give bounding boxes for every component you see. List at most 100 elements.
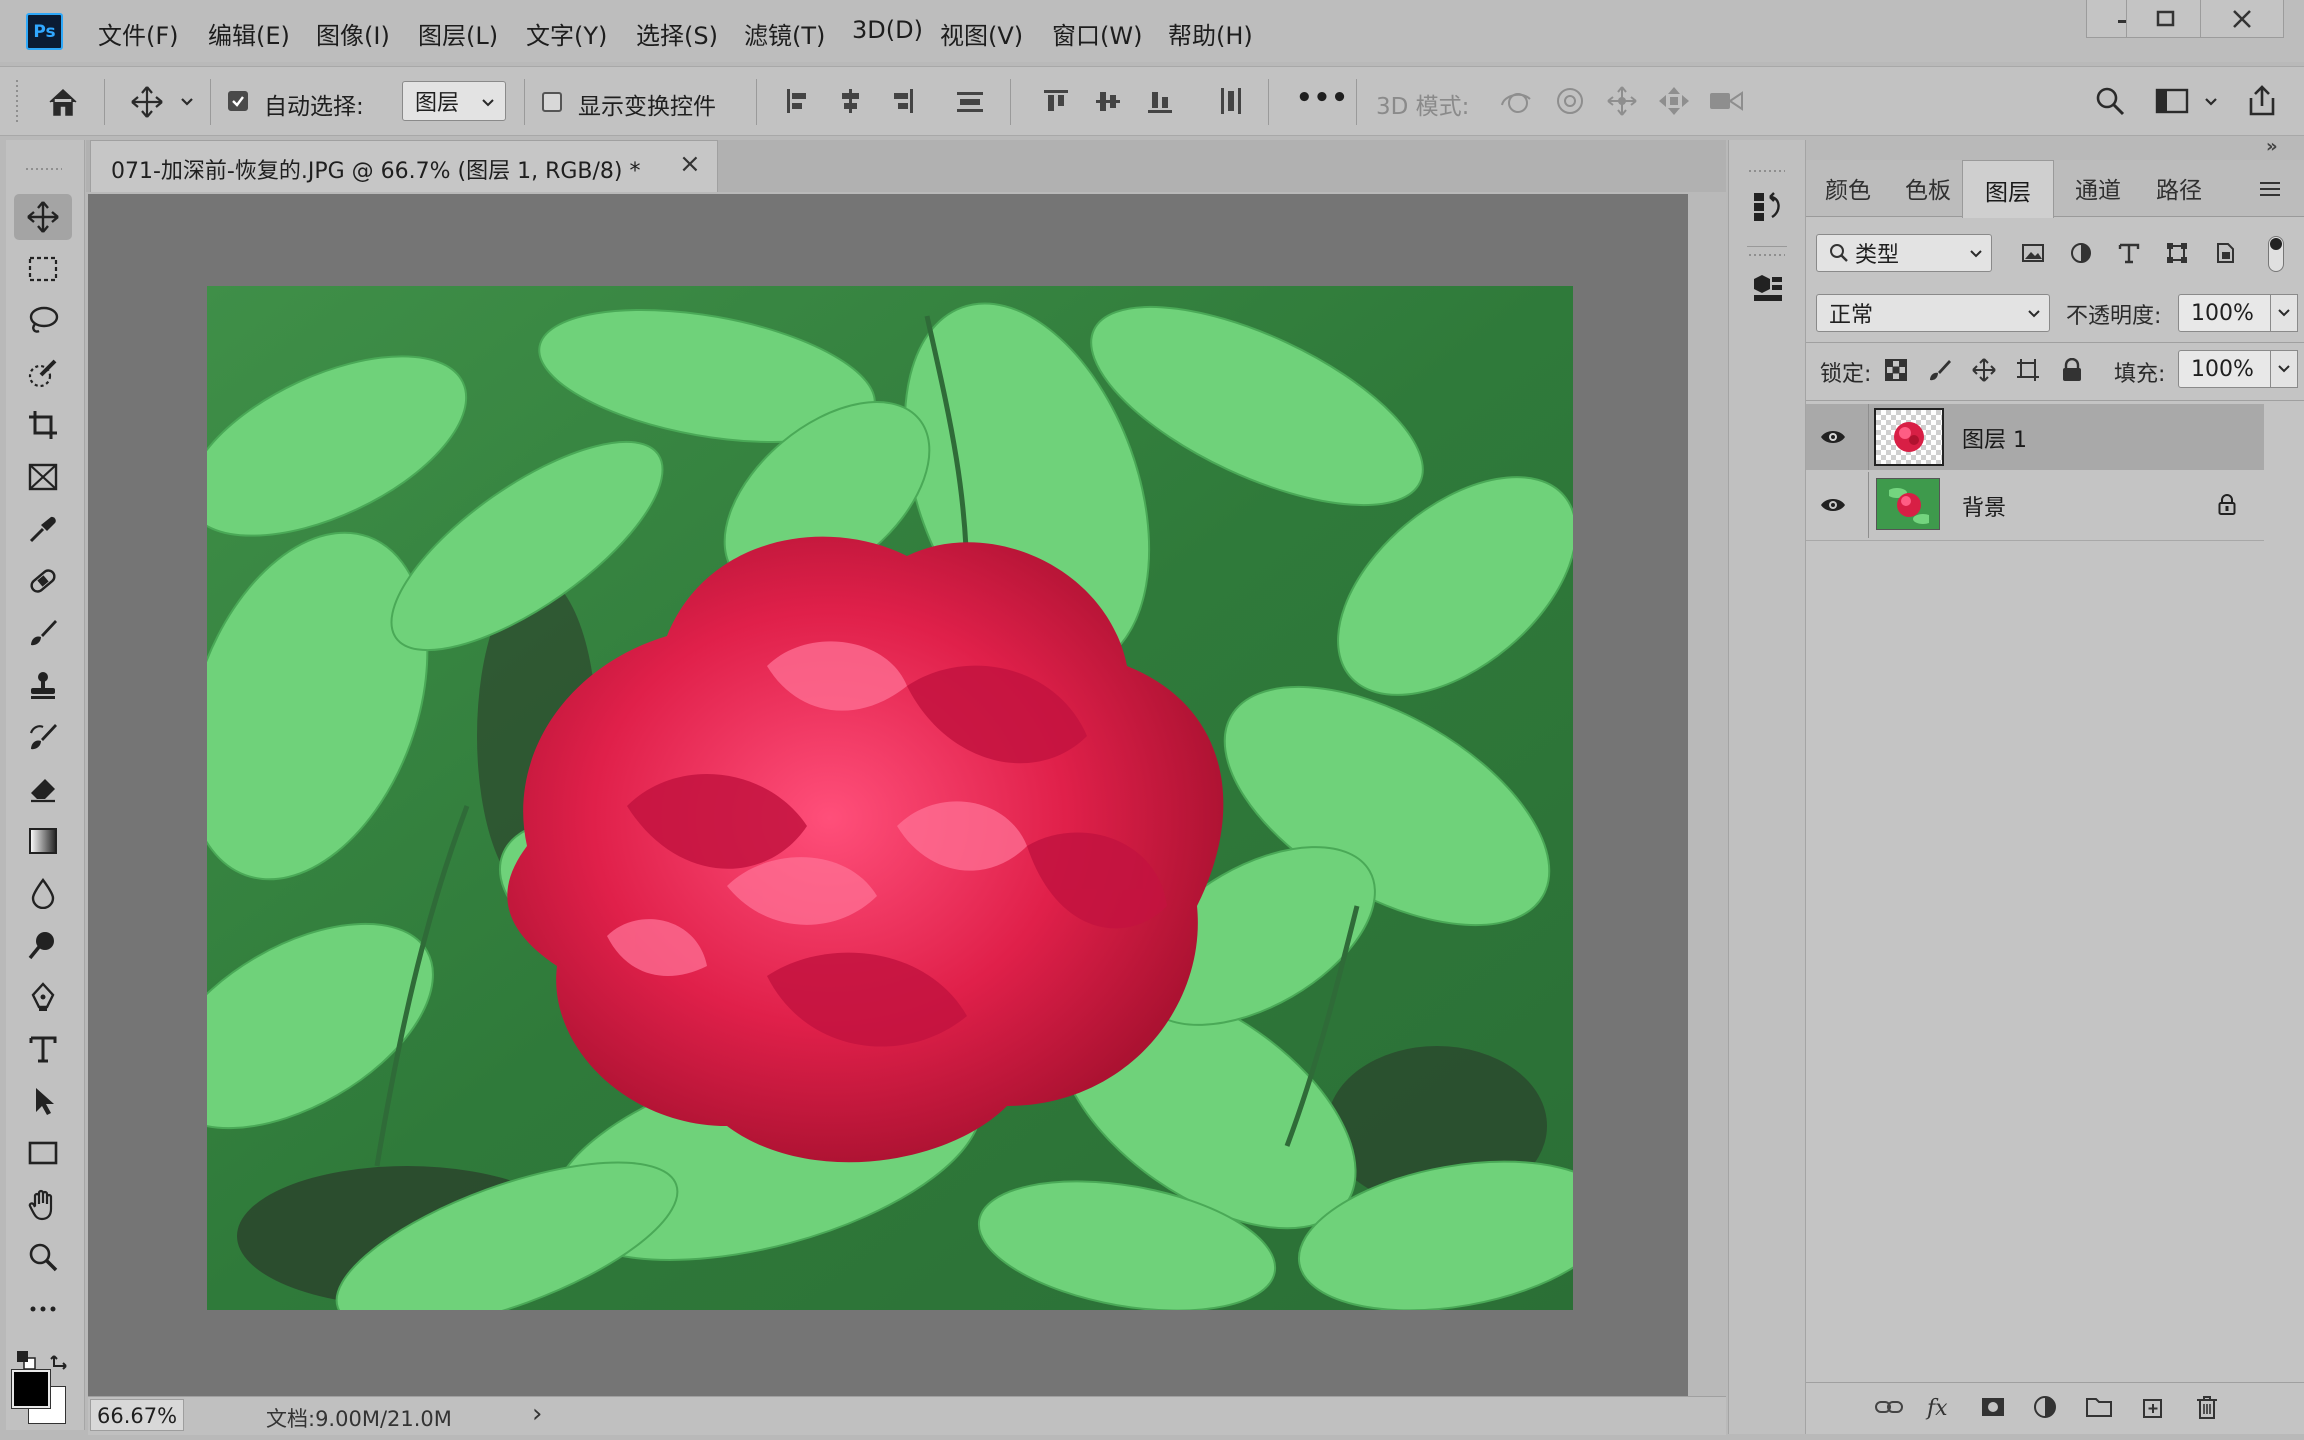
tool-quick-select[interactable] bbox=[14, 350, 72, 396]
tool-crop[interactable] bbox=[14, 402, 72, 448]
menu-type[interactable]: 文字(Y) bbox=[526, 16, 607, 51]
tool-stamp[interactable] bbox=[14, 662, 72, 708]
filter-type-button[interactable] bbox=[2112, 238, 2146, 268]
tab-channels[interactable]: 通道 bbox=[2056, 160, 2140, 216]
lock-position-button[interactable] bbox=[1968, 354, 2000, 386]
home-button[interactable] bbox=[40, 79, 86, 125]
swap-colors-button[interactable] bbox=[48, 1346, 74, 1372]
default-colors-button[interactable] bbox=[14, 1348, 38, 1372]
3d-panel-button[interactable] bbox=[1745, 266, 1789, 310]
tool-frame[interactable] bbox=[14, 454, 72, 500]
tab-layers[interactable]: 图层 bbox=[1962, 160, 2054, 218]
tool-healing[interactable] bbox=[14, 558, 72, 604]
distribute-button[interactable] bbox=[952, 83, 988, 119]
menu-edit[interactable]: 编辑(E) bbox=[208, 16, 290, 51]
new-group-button[interactable] bbox=[2082, 1392, 2116, 1422]
tool-more[interactable] bbox=[14, 1286, 72, 1332]
auto-select-target-select[interactable]: 图层 bbox=[402, 81, 506, 121]
lock-artboard-button[interactable] bbox=[2012, 354, 2044, 386]
tool-eyedropper[interactable] bbox=[14, 506, 72, 552]
align-vcenter-button[interactable] bbox=[1090, 83, 1126, 119]
align-top-button[interactable] bbox=[1038, 83, 1074, 119]
new-layer-button[interactable] bbox=[2136, 1392, 2170, 1422]
preset-dropdown[interactable] bbox=[176, 91, 198, 113]
opacity-input[interactable]: 100% bbox=[2178, 294, 2274, 332]
blend-mode-select[interactable]: 正常 bbox=[1816, 294, 2050, 332]
auto-select-checkbox[interactable] bbox=[228, 91, 248, 111]
panel-menu-button[interactable] bbox=[2252, 174, 2288, 204]
tool-marquee[interactable] bbox=[14, 246, 72, 292]
close-window-button[interactable] bbox=[2200, 0, 2284, 38]
layer-row-background[interactable]: 背景 bbox=[1806, 472, 2264, 538]
canvas-area[interactable] bbox=[88, 194, 1688, 1396]
tool-eraser[interactable] bbox=[14, 766, 72, 812]
vertical-scrollbar[interactable] bbox=[1690, 194, 1726, 1396]
status-menu-arrow[interactable]: › bbox=[532, 1399, 542, 1429]
tool-blur[interactable] bbox=[14, 870, 72, 916]
tool-brush[interactable] bbox=[14, 610, 72, 656]
tab-color[interactable]: 颜色 bbox=[1806, 160, 1890, 216]
document-close-button[interactable]: × bbox=[679, 149, 701, 179]
fill-dropdown[interactable] bbox=[2270, 350, 2298, 388]
3d-scale-button[interactable] bbox=[1706, 81, 1746, 121]
3d-roll-button[interactable] bbox=[1550, 81, 1590, 121]
show-transform-checkbox[interactable] bbox=[542, 92, 562, 112]
tool-zoom[interactable] bbox=[14, 1234, 72, 1280]
tool-dodge[interactable] bbox=[14, 922, 72, 968]
tool-lasso[interactable] bbox=[14, 298, 72, 344]
lock-pixels-button[interactable] bbox=[1924, 354, 1956, 386]
tool-gradient[interactable] bbox=[14, 818, 72, 864]
layer-row-layer1[interactable]: 图层 1 bbox=[1806, 404, 2264, 470]
history-panel-button[interactable] bbox=[1745, 184, 1789, 228]
filter-toggle[interactable] bbox=[2268, 236, 2284, 272]
filter-shape-button[interactable] bbox=[2160, 238, 2194, 268]
menu-file[interactable]: 文件(F) bbox=[98, 16, 179, 51]
foreground-color-swatch[interactable] bbox=[11, 1369, 51, 1409]
add-mask-button[interactable] bbox=[1976, 1392, 2010, 1422]
align-bottom-button[interactable] bbox=[1142, 83, 1178, 119]
lock-all-button[interactable] bbox=[2056, 354, 2088, 386]
distribute-vertical-button[interactable] bbox=[1212, 83, 1248, 119]
fill-input[interactable]: 100% bbox=[2178, 350, 2274, 388]
tool-move[interactable] bbox=[14, 194, 72, 240]
filter-adjustment-button[interactable] bbox=[2064, 238, 2098, 268]
workspace-button[interactable] bbox=[2150, 81, 2194, 121]
panel-collapse-button[interactable]: » bbox=[2266, 136, 2278, 157]
search-button[interactable] bbox=[2090, 81, 2130, 121]
layer-filter-select[interactable]: 类型 bbox=[1816, 234, 1992, 272]
align-right-button[interactable] bbox=[884, 83, 920, 119]
layer-visibility-toggle[interactable] bbox=[1816, 420, 1850, 454]
more-options-button[interactable]: ••• bbox=[1296, 83, 1349, 113]
tab-paths[interactable]: 路径 bbox=[2132, 160, 2226, 216]
adjustment-layer-button[interactable] bbox=[2028, 1392, 2062, 1422]
tool-type[interactable] bbox=[14, 1026, 72, 1072]
opacity-dropdown[interactable] bbox=[2270, 294, 2298, 332]
menu-filter[interactable]: 滤镜(T) bbox=[744, 16, 825, 51]
3d-slide-button[interactable] bbox=[1654, 81, 1694, 121]
align-hcenter-button[interactable] bbox=[832, 83, 868, 119]
menu-window[interactable]: 窗口(W) bbox=[1052, 16, 1142, 51]
link-layers-button[interactable] bbox=[1872, 1392, 1906, 1422]
layer-visibility-toggle[interactable] bbox=[1816, 488, 1850, 522]
layer-style-button[interactable]: fx bbox=[1922, 1390, 1960, 1424]
share-button[interactable] bbox=[2240, 79, 2284, 123]
3d-orbit-button[interactable] bbox=[1496, 81, 1536, 121]
zoom-field[interactable]: 66.67% bbox=[90, 1399, 184, 1431]
menu-select[interactable]: 选择(S) bbox=[636, 16, 718, 51]
tool-history-brush[interactable] bbox=[14, 714, 72, 760]
menu-image[interactable]: 图像(I) bbox=[316, 16, 390, 51]
delete-layer-button[interactable] bbox=[2190, 1392, 2224, 1422]
tool-rectangle[interactable] bbox=[14, 1130, 72, 1176]
menu-view[interactable]: 视图(V) bbox=[940, 16, 1023, 51]
menu-3d[interactable]: 3D(D) bbox=[852, 16, 923, 44]
menu-help[interactable]: 帮助(H) bbox=[1168, 16, 1253, 51]
filter-smart-object-button[interactable] bbox=[2208, 238, 2242, 268]
filter-pixel-button[interactable] bbox=[2016, 238, 2050, 268]
align-left-button[interactable] bbox=[780, 83, 816, 119]
tool-pen[interactable] bbox=[14, 974, 72, 1020]
tool-hand[interactable] bbox=[14, 1182, 72, 1228]
3d-pan-button[interactable] bbox=[1602, 81, 1642, 121]
maximize-button[interactable] bbox=[2126, 0, 2206, 38]
tab-swatches[interactable]: 色板 bbox=[1886, 160, 1970, 216]
tool-path-select[interactable] bbox=[14, 1078, 72, 1124]
